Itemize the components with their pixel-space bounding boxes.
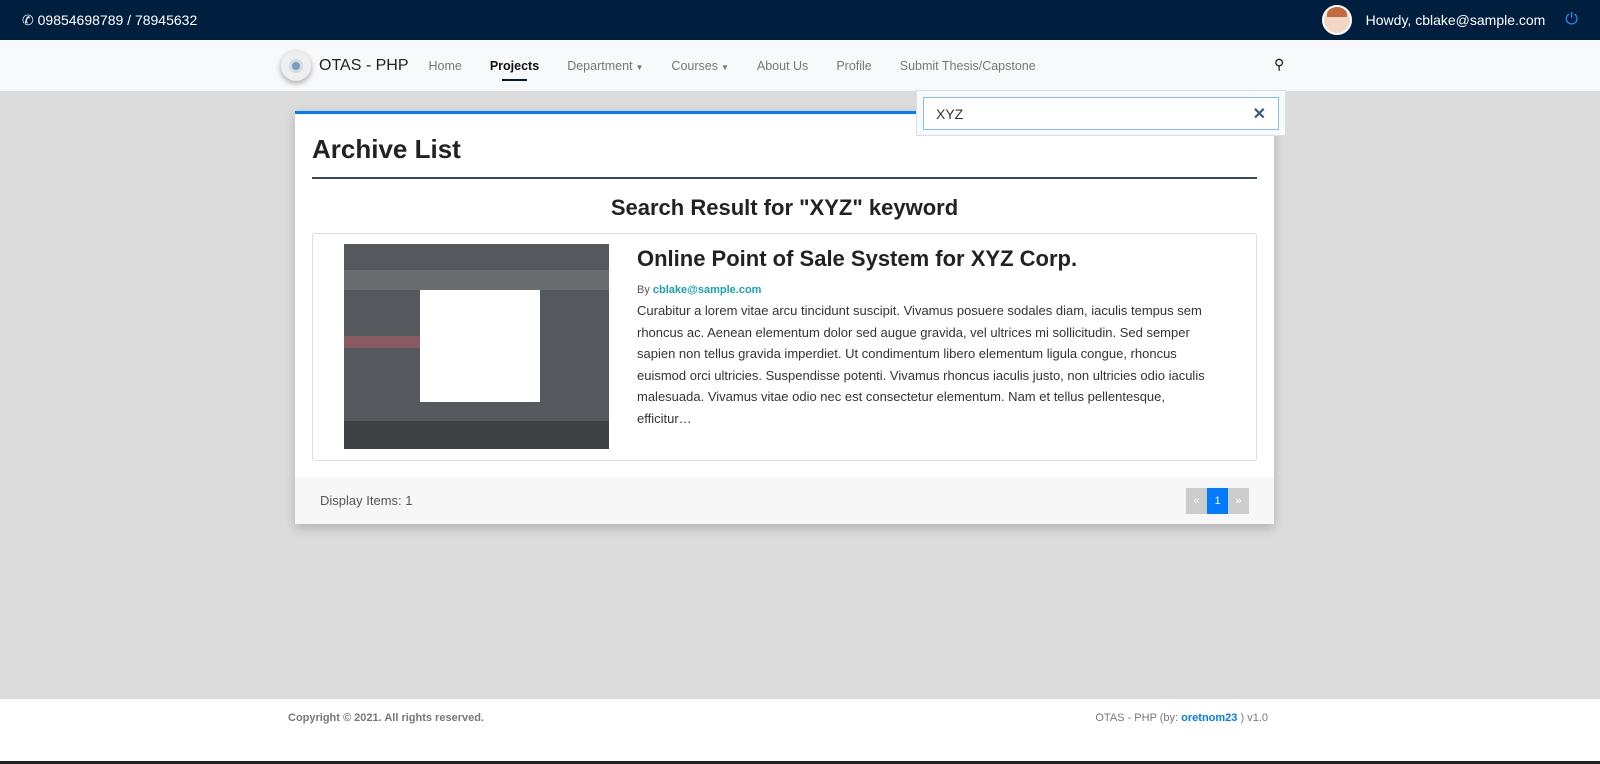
clear-search-icon[interactable]: ✕ [1253,104,1266,124]
project-thumbnail [344,244,609,449]
search-input[interactable]: XYZ ✕ [923,97,1279,130]
nav-about-us[interactable]: About Us [757,59,808,73]
archive-card: Archive List Search Result for "XYZ" key… [295,111,1274,524]
contact-phone: ✆ 09854698789 / 78945632 [22,12,197,29]
nav-department-label: Department [567,58,633,73]
by-label: By [637,284,650,296]
result-author-line: By cblake@sample.com [637,284,1217,296]
phone-number: 09854698789 / 78945632 [37,11,198,28]
search-result-heading: Search Result for "XYZ" keyword [610,195,959,220]
top-bar: ✆ 09854698789 / 78945632 Howdy, cblake@s… [0,0,1600,40]
caret-down-icon: ▼ [720,62,729,72]
pagination: « 1 » [1186,487,1249,514]
nav-projects[interactable]: Projects [490,59,539,81]
display-items-count: Display Items: 1 [320,493,413,508]
result-author: cblake@sample.com [652,284,762,296]
credit-suffix: ) v1.0 [1240,712,1268,724]
brand-name[interactable]: OTAS - PHP [319,57,409,75]
result-description: Curabitur a lorem vitae arcu tincidunt s… [637,303,1205,426]
page-footer: Copyright © 2021. All rights reserved. O… [0,699,1600,764]
credit: OTAS - PHP (by: oretnom23 ) v1.0 [1095,712,1268,724]
phone-icon: ✆ [22,11,34,28]
result-item[interactable]: Online Point of Sale System for XYZ Corp… [312,233,1257,461]
logout-power-icon[interactable]: ⏻ [1565,11,1578,29]
credit-prefix: OTAS - PHP (by: [1095,712,1179,724]
search-dropdown: XYZ ✕ [916,90,1286,136]
page-title: Archive List [312,134,1257,179]
search-icon[interactable]: ⚲ [1274,56,1284,73]
pagination-page-1[interactable]: 1 [1207,487,1228,514]
nav-department[interactable]: Department ▼ [567,59,643,73]
main-navbar: OTAS - PHP Home Projects Department ▼ Cou… [0,40,1600,91]
copyright: Copyright © 2021. All rights reserved. [288,712,484,724]
nav-profile[interactable]: Profile [836,59,871,73]
pagination-prev[interactable]: « [1186,487,1207,514]
credit-author-link[interactable]: oretnom23 [1181,712,1237,724]
nav-courses[interactable]: Courses ▼ [671,59,728,73]
brand-logo[interactable] [281,50,311,81]
result-title[interactable]: Online Point of Sale System for XYZ Corp… [637,246,1217,272]
avatar[interactable] [1321,5,1352,35]
nav-courses-label: Courses [671,58,718,73]
nav-submit-thesis[interactable]: Submit Thesis/Capstone [900,59,1036,73]
search-input-value: XYZ [936,105,964,122]
caret-down-icon: ▼ [635,62,644,72]
pagination-next[interactable]: » [1228,487,1249,514]
nav-home[interactable]: Home [429,59,462,73]
user-greeting: Howdy, cblake@sample.com [1365,12,1546,28]
card-footer: Display Items: 1 « 1 » [295,477,1274,524]
